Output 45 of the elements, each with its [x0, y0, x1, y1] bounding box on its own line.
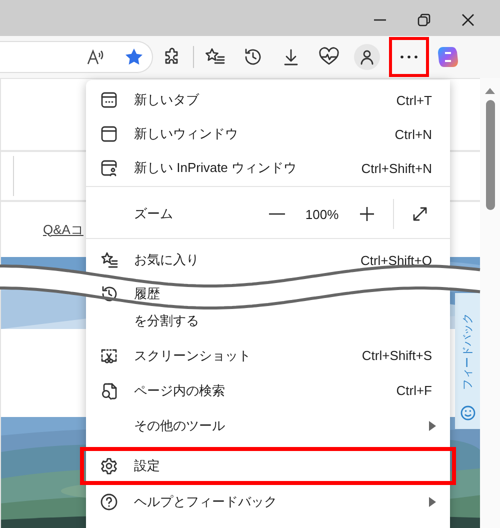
person-icon: [359, 49, 375, 65]
menu-item[interactable]: 履歴: [86, 277, 450, 303]
menu-item[interactable]: 新しい InPrivate ウィンドウ Ctrl+Shift+N: [86, 151, 450, 185]
menu-item[interactable]: 新しいウィンドウ Ctrl+N: [86, 117, 450, 151]
menu-item[interactable]: 新しいタブ Ctrl+T: [86, 83, 450, 117]
minus-icon: [269, 213, 285, 215]
menu-item[interactable]: スクリーンショット Ctrl+Shift+S: [86, 338, 450, 373]
more-button[interactable]: [389, 37, 429, 77]
settings-icon: [100, 457, 118, 475]
submenu-arrow-icon: [429, 497, 436, 507]
close-icon: [461, 13, 475, 27]
menu-item[interactable]: お気に入り Ctrl+Shift+O: [86, 243, 450, 277]
private-window-icon: [100, 159, 118, 177]
menu-item[interactable]: を分割する: [86, 303, 450, 338]
address-bar[interactable]: [0, 41, 153, 73]
more-icon: [400, 55, 418, 59]
profile-button[interactable]: [354, 44, 380, 70]
menu-item[interactable]: ヘルプとフィードバック: [86, 485, 450, 519]
help-icon: [100, 493, 118, 511]
menu-item-label: ズーム: [134, 205, 174, 223]
menu-item[interactable]: その他のツール: [86, 408, 450, 443]
expand-icon: [411, 205, 429, 223]
scroll-up-icon: [485, 88, 495, 94]
copilot-icon: [436, 45, 460, 69]
window-icon: [100, 125, 118, 143]
feedback-label: フィードバック: [461, 313, 475, 390]
heartbeat-icon: [318, 47, 340, 67]
submenu-arrow-icon: [429, 420, 436, 430]
plus-icon: [358, 205, 376, 223]
menu-item[interactable]: 設定: [86, 447, 450, 485]
page-search-icon: [100, 382, 118, 400]
history-icon: [243, 47, 263, 67]
star-list-icon: [100, 251, 118, 269]
scrollbar[interactable]: [480, 78, 500, 528]
screenshot-icon: [100, 346, 118, 364]
zoom-level: 100%: [304, 206, 340, 222]
qa-link[interactable]: Q&Aコ: [43, 220, 84, 238]
smiley-icon: [460, 405, 476, 421]
tab-icon: [100, 91, 118, 109]
restore-icon: [417, 13, 431, 27]
favorite-star-icon: [124, 47, 144, 67]
history-icon: [100, 285, 118, 303]
scroll-thumb[interactable]: [486, 100, 494, 210]
menu-item[interactable]: ページ内の検索 Ctrl+F: [86, 373, 450, 408]
read-aloud-icon: [86, 48, 106, 66]
